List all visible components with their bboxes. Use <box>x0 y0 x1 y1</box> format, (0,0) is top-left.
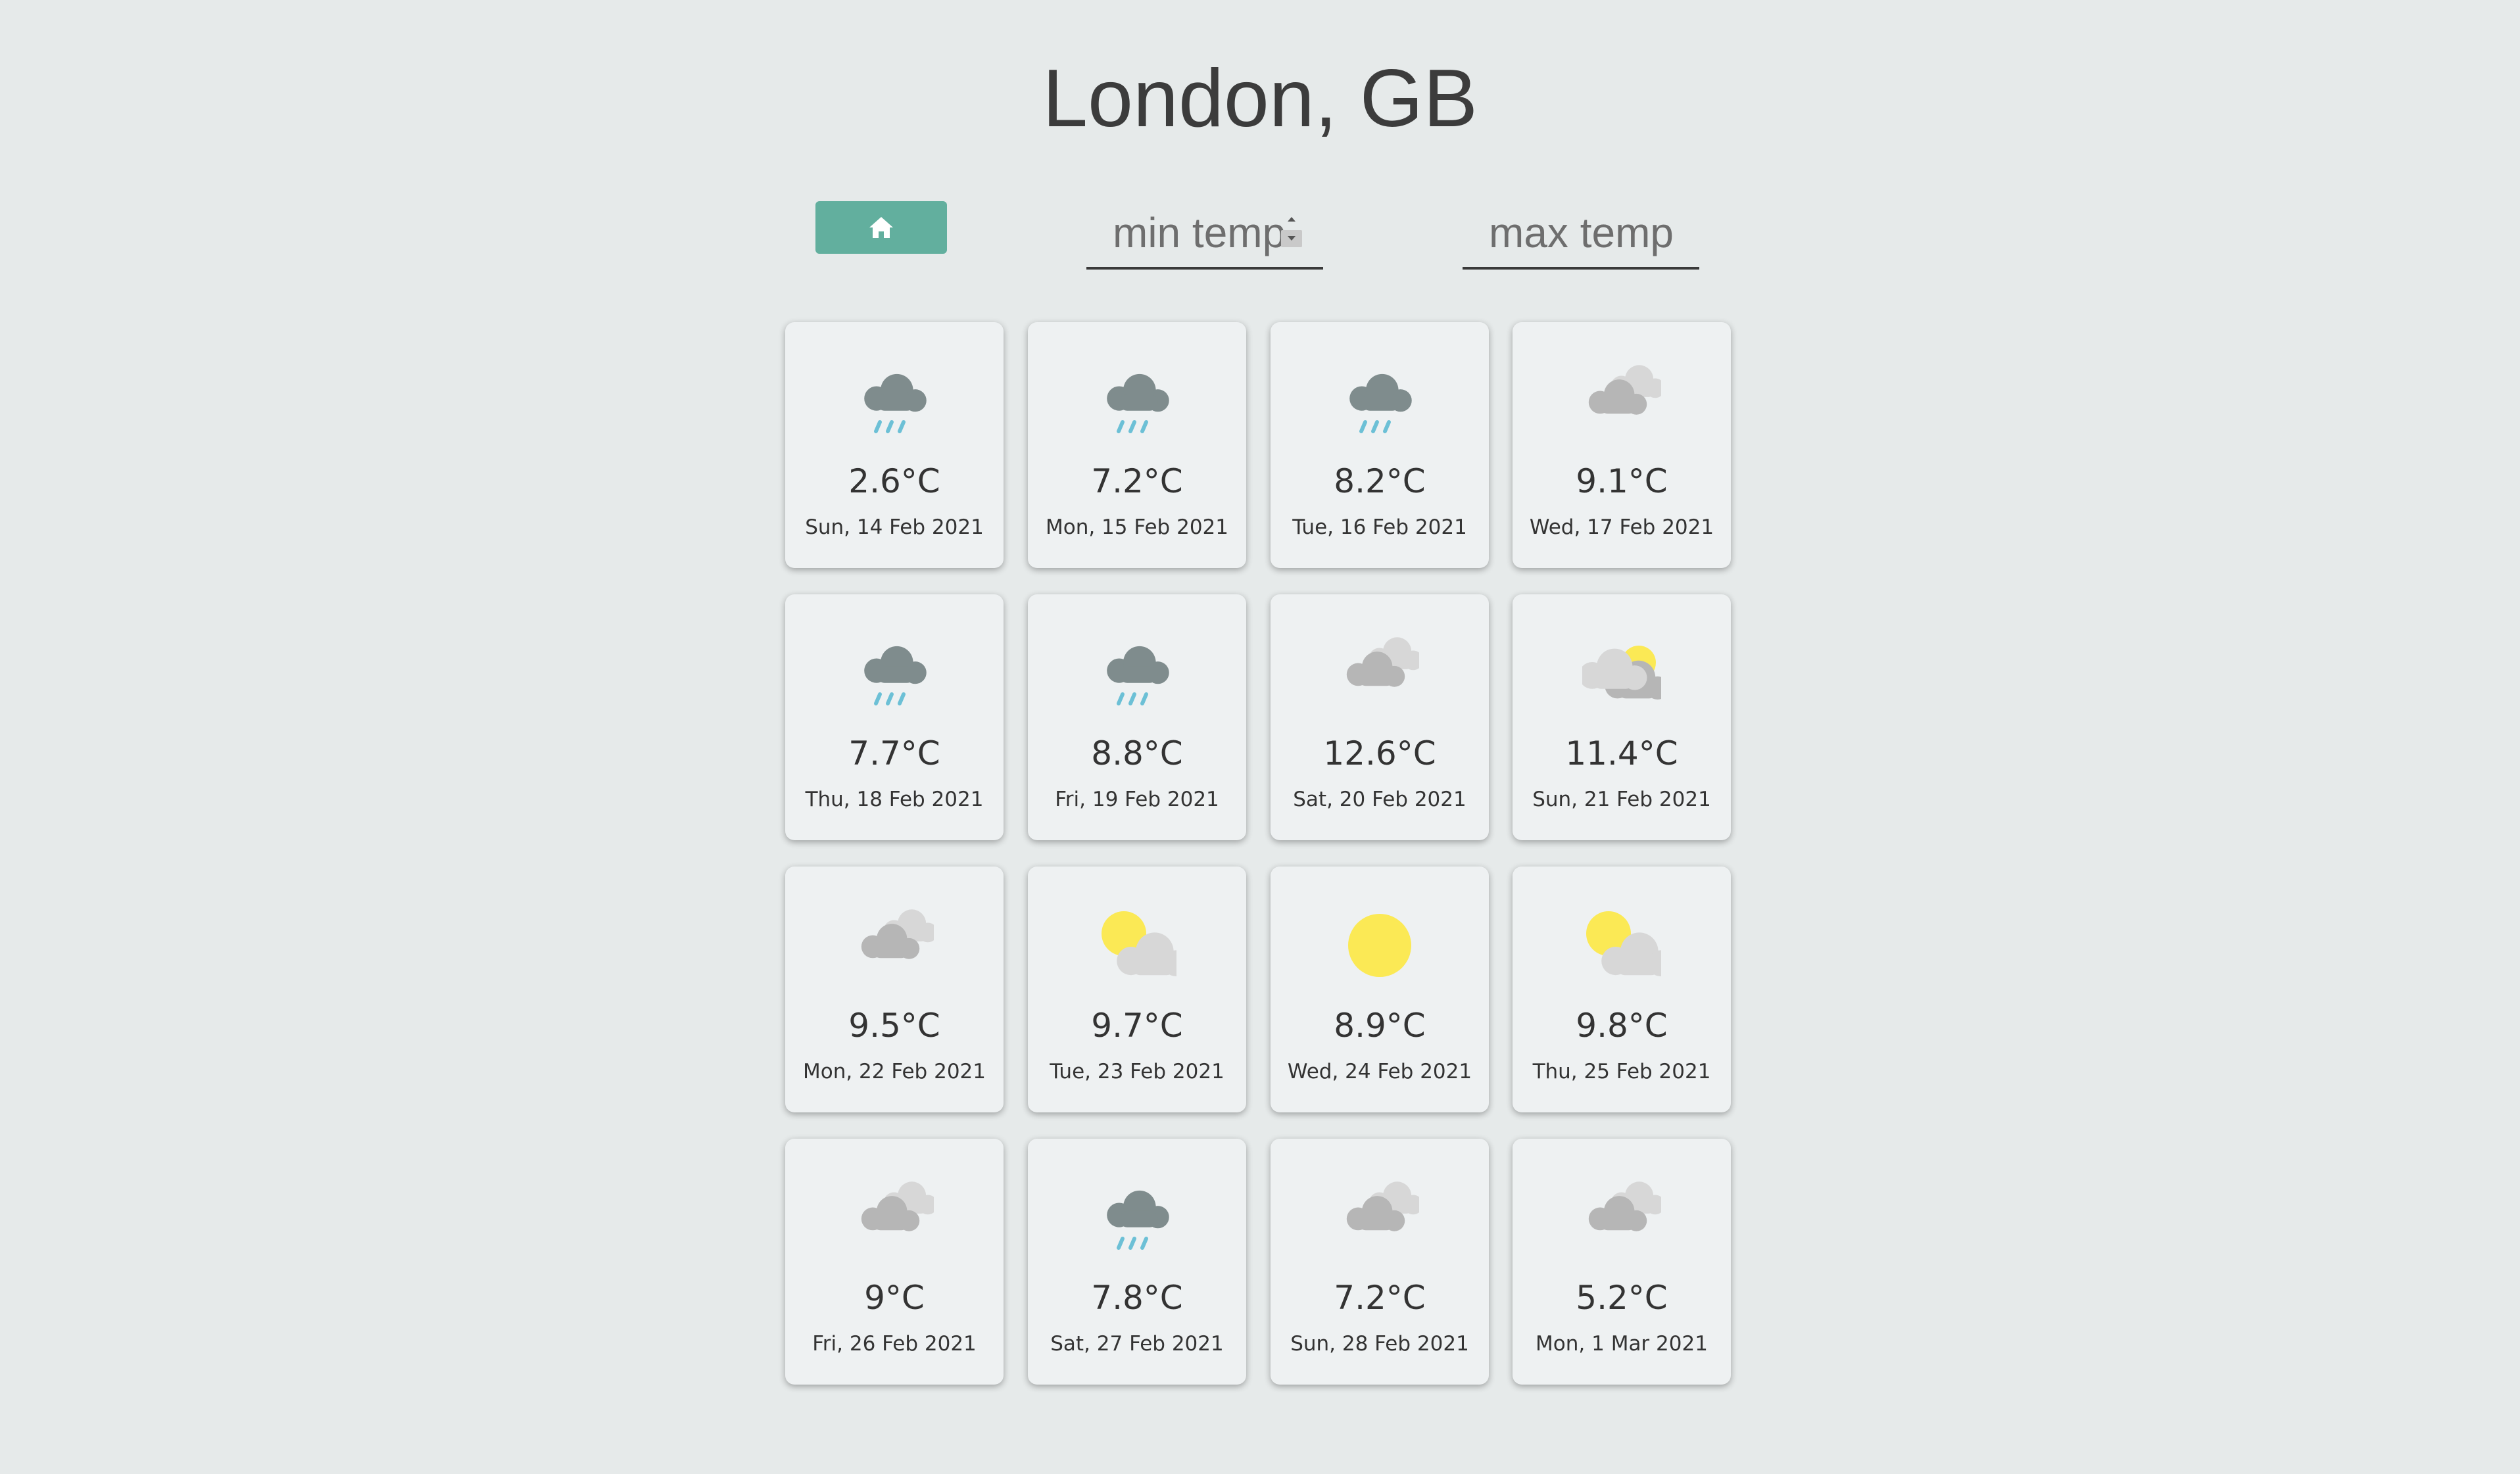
cloudy-icon <box>861 909 934 959</box>
forecast-card: 7.2°C Mon, 15 Feb 2021 <box>1028 322 1246 568</box>
forecast-card: 5.2°C Mon, 1 Mar 2021 <box>1513 1139 1731 1385</box>
forecast-date: Wed, 24 Feb 2021 <box>1287 1060 1472 1083</box>
forecast-date: Tue, 16 Feb 2021 <box>1292 515 1467 539</box>
rain-icon <box>864 373 927 433</box>
forecast-date: Fri, 26 Feb 2021 <box>812 1332 977 1356</box>
forecast-temp: 7.8°C <box>1091 1279 1183 1317</box>
forecast-date: Sun, 14 Feb 2021 <box>805 515 984 539</box>
forecast-date: Sat, 27 Feb 2021 <box>1050 1332 1224 1356</box>
sun-icon <box>1348 914 1411 977</box>
forecast-card: 8.2°C Tue, 16 Feb 2021 <box>1271 322 1489 568</box>
cloudy-icon <box>1346 1181 1419 1231</box>
rain-icon <box>1107 373 1169 433</box>
forecast-date: Sun, 21 Feb 2021 <box>1532 788 1711 811</box>
forecast-temp: 8.8°C <box>1091 734 1183 773</box>
rain-icon <box>1107 646 1169 705</box>
forecast-card: 9.7°C Tue, 23 Feb 2021 <box>1028 867 1246 1112</box>
max-temp-field <box>1463 191 1699 270</box>
stepper-down-icon[interactable] <box>1281 230 1302 247</box>
forecast-card: 9.1°C Wed, 17 Feb 2021 <box>1513 322 1731 568</box>
forecast-temp: 7.2°C <box>1091 462 1183 500</box>
forecast-card: 9.5°C Mon, 22 Feb 2021 <box>785 867 1004 1112</box>
forecast-card: 7.7°C Thu, 18 Feb 2021 <box>785 594 1004 840</box>
forecast-card: 12.6°C Sat, 20 Feb 2021 <box>1271 594 1489 840</box>
rain-icon <box>1107 1190 1169 1250</box>
forecast-temp: 9.5°C <box>848 1007 940 1045</box>
forecast-date: Thu, 18 Feb 2021 <box>805 788 984 811</box>
home-icon <box>869 217 893 238</box>
min-temp-stepper[interactable] <box>1281 210 1302 249</box>
forecast-date: Mon, 15 Feb 2021 <box>1045 515 1228 539</box>
forecast-date: Fri, 19 Feb 2021 <box>1055 788 1219 811</box>
sun-behind-clouds-icon <box>1582 646 1661 700</box>
forecast-card: 8.8°C Fri, 19 Feb 2021 <box>1028 594 1246 840</box>
forecast-temp: 9.8°C <box>1576 1007 1668 1045</box>
forecast-date: Thu, 25 Feb 2021 <box>1532 1060 1711 1083</box>
forecast-temp: 9.1°C <box>1576 462 1668 500</box>
forecast-card: 11.4°C Sun, 21 Feb 2021 <box>1513 594 1731 840</box>
rain-icon <box>864 646 927 705</box>
forecast-temp: 8.2°C <box>1334 462 1426 500</box>
cloudy-icon <box>1588 365 1661 415</box>
forecast-temp: 9°C <box>864 1279 925 1317</box>
forecast-date: Mon, 1 Mar 2021 <box>1536 1332 1708 1356</box>
max-temp-input[interactable] <box>1489 200 1686 266</box>
partly-cloudy-icon <box>1102 911 1176 976</box>
forecast-temp: 7.7°C <box>848 734 940 773</box>
forecast-date: Sat, 20 Feb 2021 <box>1293 788 1466 811</box>
rain-icon <box>1349 373 1412 433</box>
forecast-temp: 7.2°C <box>1334 1279 1426 1317</box>
forecast-date: Wed, 17 Feb 2021 <box>1529 515 1714 539</box>
forecast-temp: 12.6°C <box>1323 734 1436 773</box>
forecast-date: Mon, 22 Feb 2021 <box>802 1060 986 1083</box>
forecast-card: 9.8°C Thu, 25 Feb 2021 <box>1513 867 1731 1112</box>
partly-cloudy-icon <box>1586 911 1661 976</box>
forecast-card: 8.9°C Wed, 24 Feb 2021 <box>1271 867 1489 1112</box>
min-temp-field <box>1086 191 1323 270</box>
forecast-temp: 11.4°C <box>1565 734 1678 773</box>
stepper-up-icon[interactable] <box>1281 210 1302 227</box>
forecast-temp: 5.2°C <box>1576 1279 1668 1317</box>
forecast-temp: 2.6°C <box>848 462 940 500</box>
forecast-date: Tue, 23 Feb 2021 <box>1050 1060 1224 1083</box>
forecast-card: 7.2°C Sun, 28 Feb 2021 <box>1271 1139 1489 1385</box>
forecast-card: 9°C Fri, 26 Feb 2021 <box>785 1139 1004 1385</box>
forecast-card: 7.8°C Sat, 27 Feb 2021 <box>1028 1139 1246 1385</box>
home-button[interactable] <box>815 201 947 254</box>
min-temp-input[interactable] <box>1113 200 1310 266</box>
forecast-temp: 9.7°C <box>1091 1007 1183 1045</box>
cloudy-icon <box>861 1181 934 1231</box>
cloudy-icon <box>1588 1181 1661 1231</box>
cloudy-icon <box>1346 637 1419 687</box>
page-title: London, GB <box>1042 53 1478 144</box>
forecast-card: 2.6°C Sun, 14 Feb 2021 <box>785 322 1004 568</box>
forecast-date: Sun, 28 Feb 2021 <box>1290 1332 1469 1356</box>
forecast-temp: 8.9°C <box>1334 1007 1426 1045</box>
